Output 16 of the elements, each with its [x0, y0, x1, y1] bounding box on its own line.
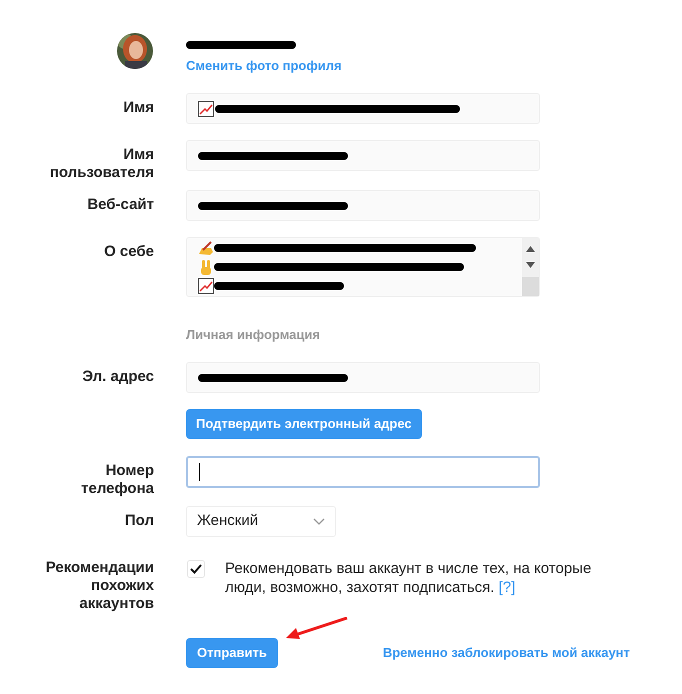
change-photo-link[interactable]: Сменить фото профиля [186, 58, 342, 74]
section-heading: Личная информация [186, 327, 320, 342]
field-label: Рекомендации похожих аккаунтов [44, 559, 154, 613]
field-label: О себе [104, 243, 154, 261]
field-label: Веб-сайт [87, 196, 154, 214]
confirm-email-button[interactable]: Подтвердить электронный адрес [186, 409, 422, 439]
field-label: Номер телефона [80, 462, 154, 498]
field-label: Эл. адрес [82, 368, 154, 386]
recommendation-text: Рекомендовать ваш аккаунт в числе тех, на которые люди, возможно, захотят подписаться. [?] [225, 559, 592, 597]
submit-button[interactable]: Отправить [186, 638, 278, 668]
field-label: Имя пользователя [48, 146, 154, 182]
field-label: Имя [123, 99, 154, 117]
help-link[interactable]: [?] [498, 579, 516, 596]
gender-select[interactable]: Женский [186, 506, 336, 537]
disable-account-link[interactable]: Временно заблокировать мой аккаунт [382, 643, 630, 663]
field-label: Пол [124, 512, 154, 530]
